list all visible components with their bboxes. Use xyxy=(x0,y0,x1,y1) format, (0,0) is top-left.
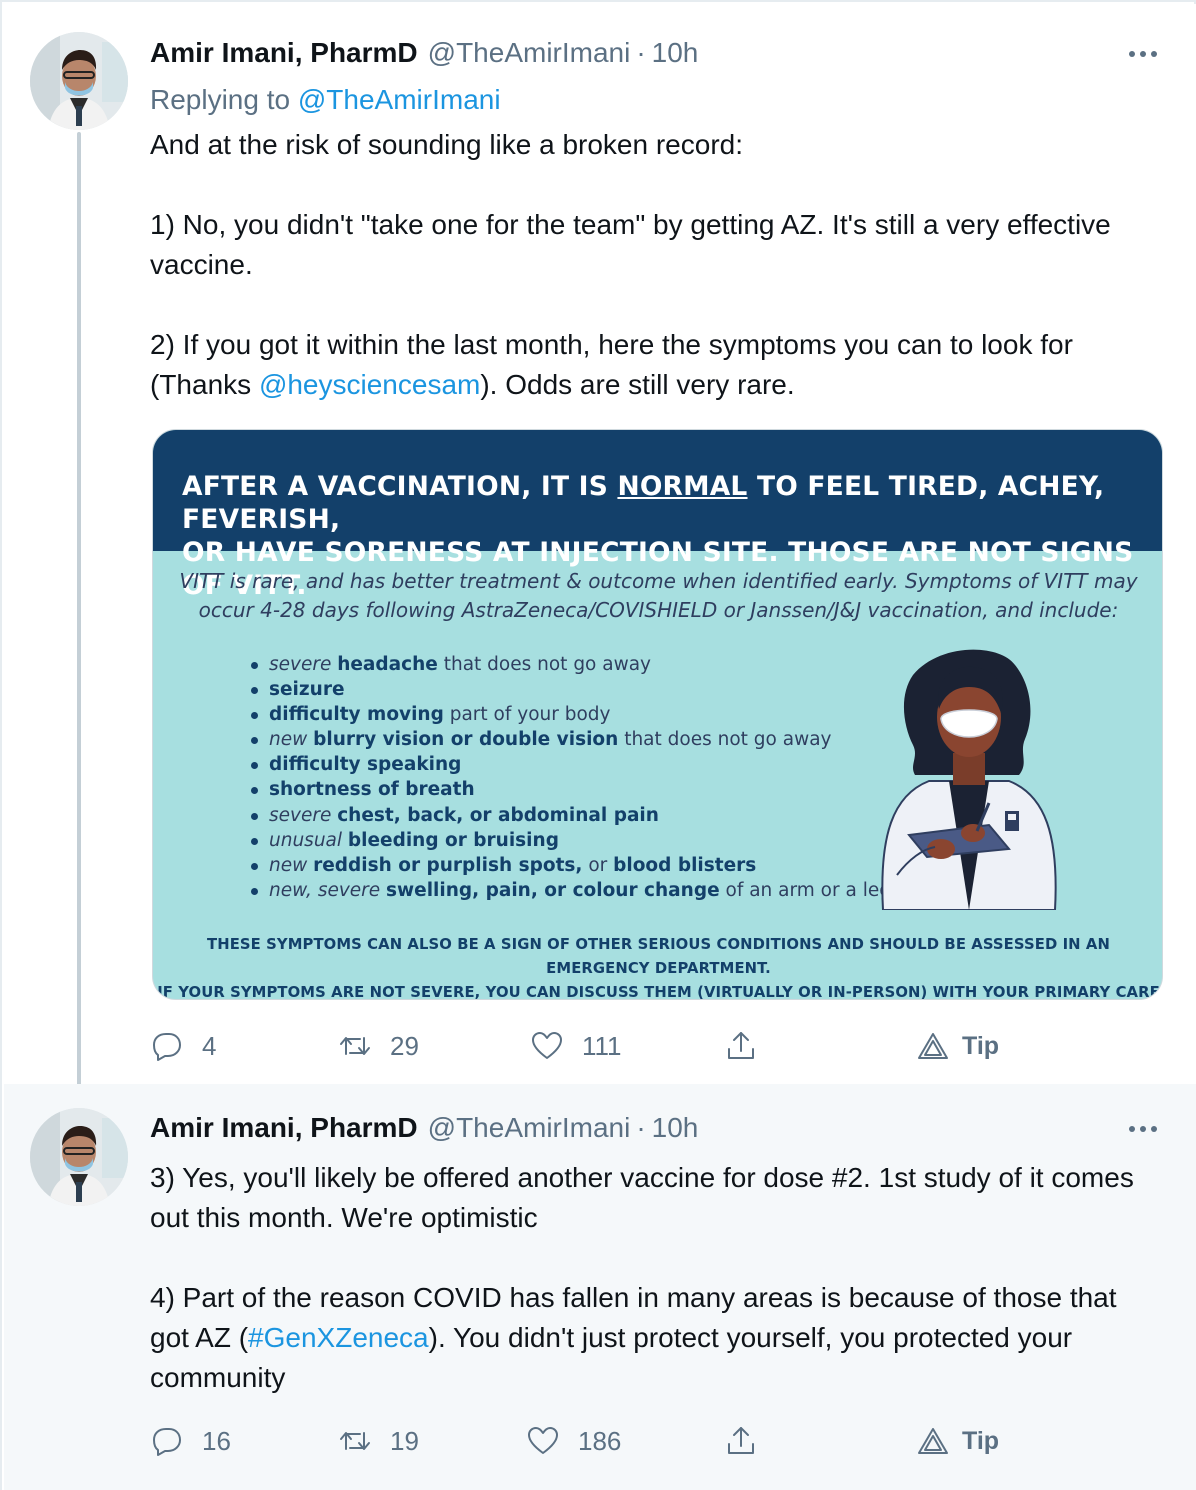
retweet-icon xyxy=(340,1037,370,1055)
like-button[interactable]: 111 xyxy=(530,1026,622,1066)
separator-dot: · xyxy=(636,1112,646,1143)
share-button[interactable] xyxy=(724,1421,758,1461)
tip-button[interactable]: Tip xyxy=(916,1421,999,1461)
reply-count: 16 xyxy=(202,1425,231,1456)
tweet-line: 3) Yes, you'll likely be offered another… xyxy=(150,1162,1134,1233)
symptom-item: difficulty speaking xyxy=(249,752,889,777)
symptom-item: seizure xyxy=(249,677,889,702)
heart-icon xyxy=(528,1427,558,1454)
tip-icon xyxy=(918,1033,948,1059)
tip-button[interactable]: Tip xyxy=(916,1026,999,1066)
reply-button[interactable]: 4 xyxy=(150,1026,216,1066)
reply-icon xyxy=(153,1428,181,1456)
doctor-illustration xyxy=(881,649,1057,910)
reply-button[interactable]: 16 xyxy=(150,1421,231,1461)
display-name[interactable]: Amir Imani, PharmD xyxy=(150,37,418,69)
share-icon xyxy=(728,1427,754,1454)
thread-line xyxy=(77,132,81,1089)
tweet-line: 1) No, you didn't "take one for the team… xyxy=(150,209,1111,280)
more-icon[interactable] xyxy=(1126,44,1160,64)
tweet-line: And at the risk of sounding like a broke… xyxy=(150,129,744,160)
more-icon[interactable] xyxy=(1126,1119,1160,1139)
heart-icon xyxy=(532,1032,562,1059)
tip-icon xyxy=(918,1428,948,1454)
replying-to: Replying to @TheAmirImani xyxy=(150,84,501,116)
tip-label: Tip xyxy=(962,1031,1000,1060)
tweet[interactable]: Amir Imani, PharmD @TheAmirImani · 10h 3… xyxy=(4,1084,1196,1490)
replying-mention-link[interactable]: @TheAmirImani xyxy=(298,84,501,115)
banner-line: AFTER A VACCINATION, IT IS NORMAL TO FEE… xyxy=(182,470,1162,536)
retweet-button[interactable]: 19 xyxy=(338,1421,419,1461)
tweet-header: Amir Imani, PharmD @TheAmirImani · 10h xyxy=(150,1112,698,1152)
reply-count: 4 xyxy=(202,1030,217,1061)
tweet-text: 3) Yes, you'll likely be offered another… xyxy=(150,1158,1150,1398)
like-count: 111 xyxy=(582,1030,622,1061)
symptom-item: severe chest, back, or abdominal pain xyxy=(249,803,889,828)
like-button[interactable]: 186 xyxy=(526,1421,621,1461)
tweet-line: 4) Part of the reason COVID has fallen i… xyxy=(150,1278,1150,1398)
replying-prefix: Replying to xyxy=(150,84,298,115)
symptom-item: severe headache that does not go away xyxy=(249,652,889,677)
symptom-item: new, severe swelling, pain, or colour ch… xyxy=(249,878,891,903)
retweet-button[interactable]: 29 xyxy=(338,1026,419,1066)
infographic-banner: AFTER A VACCINATION, IT IS NORMAL TO FEE… xyxy=(153,430,1162,601)
tweet-text: And at the risk of sounding like a broke… xyxy=(150,125,1150,405)
footer-line: IF YOUR SYMPTOMS ARE NOT SEVERE, YOU CAN… xyxy=(157,984,1160,1000)
symptom-list: severe headache that does not go away se… xyxy=(249,652,891,903)
timestamp[interactable]: 10h xyxy=(652,37,699,69)
infographic-footer: THESE SYMPTOMS CAN ALSO BE A SIGN OF OTH… xyxy=(153,933,1162,1000)
tip-label: Tip xyxy=(962,1426,1000,1455)
infographic-intro: VITT is rare, and has better treatment &… xyxy=(153,567,1162,625)
symptom-item: new reddish or purplish spots, or blood … xyxy=(249,853,889,878)
avatar-image xyxy=(30,1108,128,1206)
share-button[interactable] xyxy=(724,1026,758,1066)
mention-link[interactable]: @heysciencesam xyxy=(259,369,480,400)
tweet-actions: 4 29 111 Tip xyxy=(150,1026,1050,1066)
symptom-item: difficulty moving part of your body xyxy=(249,702,889,727)
tweet-line: 2) If you got it within the last month, … xyxy=(150,325,1150,405)
share-icon xyxy=(728,1032,754,1059)
user-handle[interactable]: @TheAmirImani xyxy=(428,1112,631,1144)
banner-text: AFTER A VACCINATION, IT IS xyxy=(182,471,618,502)
display-name[interactable]: Amir Imani, PharmD xyxy=(150,1112,418,1144)
timestamp[interactable]: 10h xyxy=(652,1112,699,1144)
hashtag-link[interactable]: #GenXZeneca xyxy=(248,1322,429,1353)
tweet[interactable]: Amir Imani, PharmD @TheAmirImani · 10h R… xyxy=(4,4,1196,1089)
intro-line: VITT is rare, and has better treatment &… xyxy=(179,569,1138,593)
intro-line: occur 4-28 days following AstraZeneca/CO… xyxy=(198,598,1119,622)
avatar[interactable] xyxy=(30,1108,128,1206)
timeline-frame: Amir Imani, PharmD @TheAmirImani · 10h R… xyxy=(0,0,1196,1490)
tweet-image[interactable]: AFTER A VACCINATION, IT IS NORMAL TO FEE… xyxy=(152,429,1163,1000)
avatar[interactable] xyxy=(30,32,128,130)
banner-emphasis: NORMAL xyxy=(617,471,748,502)
like-count: 186 xyxy=(578,1425,622,1456)
symptom-item: unusual bleeding or bruising xyxy=(249,828,889,853)
separator-dot: · xyxy=(636,37,646,68)
symptom-item: shortness of breath xyxy=(249,777,889,802)
text-segment: ). Odds are still very rare. xyxy=(480,369,795,400)
footer-line: THESE SYMPTOMS CAN ALSO BE A SIGN OF OTH… xyxy=(207,936,1110,977)
symptom-item: new blurry vision or double vision that … xyxy=(249,727,889,752)
reply-icon xyxy=(153,1033,181,1061)
tweet-actions: 16 19 186 Tip xyxy=(150,1421,1050,1461)
user-handle[interactable]: @TheAmirImani xyxy=(428,37,631,69)
tweet-header: Amir Imani, PharmD @TheAmirImani · 10h xyxy=(150,37,698,77)
retweet-count: 19 xyxy=(390,1425,419,1456)
retweet-icon xyxy=(340,1432,370,1450)
avatar-image xyxy=(30,32,128,130)
retweet-count: 29 xyxy=(390,1030,419,1061)
